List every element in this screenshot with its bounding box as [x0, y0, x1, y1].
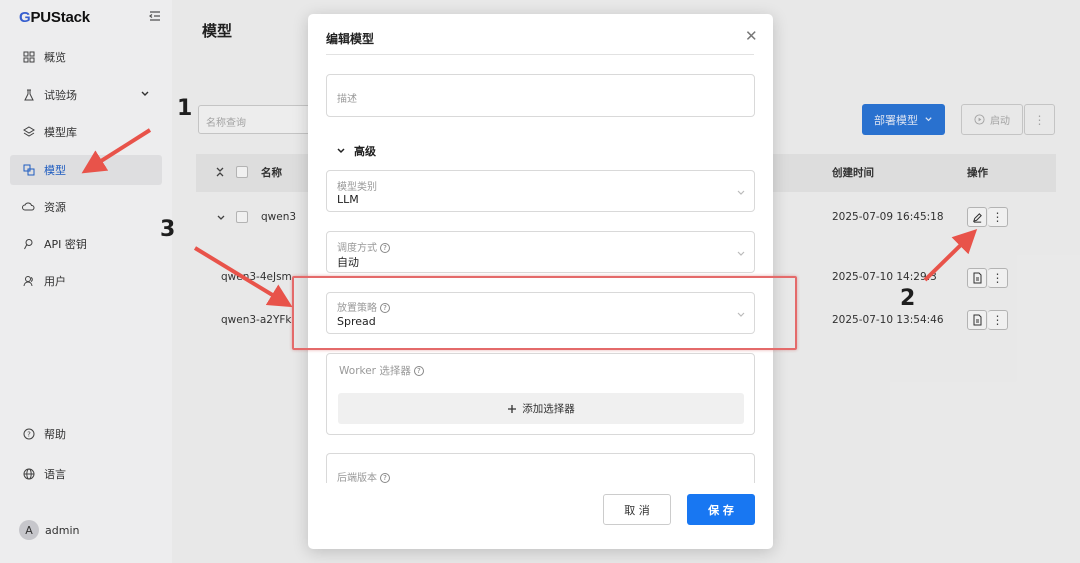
field-value: 自动 [337, 256, 359, 269]
help-icon[interactable]: ? [380, 473, 390, 483]
close-icon[interactable]: ✕ [745, 27, 758, 45]
plus-icon [508, 404, 517, 413]
chevron-down-icon [737, 190, 745, 195]
chevron-down-icon [737, 251, 745, 256]
field-value: LLM [337, 193, 359, 206]
chevron-down-icon [337, 148, 345, 154]
help-icon[interactable]: ? [413, 366, 424, 376]
description-field[interactable]: 描述 [326, 74, 755, 117]
field-label: 描述 [337, 94, 357, 105]
dialog-title: 编辑模型 [326, 32, 375, 46]
field-label: 模型类别 [337, 182, 377, 193]
divider [326, 54, 754, 55]
advanced-label: 高级 [354, 145, 376, 158]
field-label: 调度方式? [337, 239, 390, 254]
backend-version-field[interactable]: 后端版本? [326, 453, 755, 484]
model-category-select[interactable]: 模型类别 LLM [326, 170, 755, 212]
field-label: 后端版本? [337, 469, 390, 484]
advanced-section-toggle[interactable]: 高级 [336, 143, 376, 159]
help-icon[interactable]: ? [380, 243, 390, 253]
worker-selector-field: Worker 选择器? 添加选择器 [326, 353, 755, 435]
annotation-number: 1 [177, 96, 193, 121]
placement-highlight-box [292, 276, 797, 350]
annotation-number: 2 [900, 286, 916, 311]
scheduling-select[interactable]: 调度方式? 自动 [326, 231, 755, 273]
field-label: Worker 选择器? [339, 363, 424, 378]
save-button[interactable]: 保 存 [687, 494, 755, 525]
cancel-button[interactable]: 取 消 [603, 494, 671, 525]
annotation-number: 3 [160, 217, 176, 242]
add-selector-label: 添加选择器 [522, 403, 575, 415]
add-selector-button[interactable]: 添加选择器 [338, 393, 744, 424]
